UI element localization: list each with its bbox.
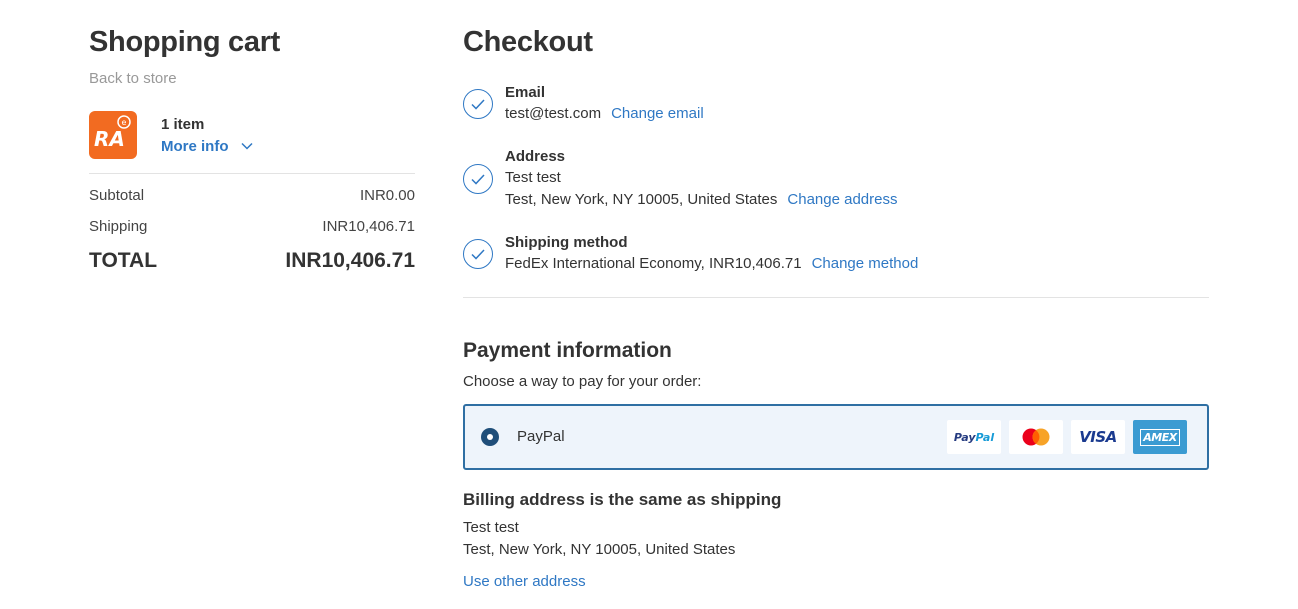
payment-subtitle: Choose a way to pay for your order: [463, 373, 702, 390]
use-other-address-link[interactable]: Use other address [463, 573, 586, 590]
check-icon [463, 239, 493, 269]
mastercard-logo-icon [1009, 420, 1063, 454]
store-logo-icon: e RA [89, 111, 137, 159]
total-value: INR10,406.71 [285, 249, 415, 272]
paypal-logo-icon: PayPal [947, 420, 1001, 454]
back-to-store-link[interactable]: Back to store [89, 70, 415, 87]
shipping-method-step: Shipping method FedEx International Econ… [463, 233, 918, 275]
paypal-option-label: PayPal [517, 428, 565, 445]
email-step: Email test@test.com Change email [463, 83, 704, 125]
shipping-method-label: Shipping method [505, 234, 628, 251]
chevron-down-icon [240, 142, 253, 150]
subtotal-row: Subtotal INR0.00 [89, 187, 415, 204]
change-address-link[interactable]: Change address [787, 191, 897, 208]
subtotal-value: INR0.00 [359, 187, 415, 204]
shipping-row: Shipping INR10,406.71 [89, 218, 415, 235]
more-info-label: More info [161, 137, 229, 155]
billing-title: Billing address is the same as shipping [463, 490, 782, 509]
total-row: TOTAL INR10,406.71 [89, 249, 415, 273]
cart-title: Shopping cart [89, 26, 281, 58]
billing-name: Test test [463, 519, 519, 536]
shipping-value: INR10,406.71 [322, 218, 415, 235]
cart-divider [89, 173, 415, 174]
check-icon [463, 164, 493, 194]
billing-address-line: Test, New York, NY 10005, United States [463, 541, 736, 558]
svg-text:e: e [122, 118, 127, 127]
checkout-panel: Checkout Email test@test.com Change email… [463, 24, 1209, 590]
paypal-option[interactable]: PayPal PayPal VISA AMEX [463, 404, 1209, 470]
total-label: TOTAL [89, 249, 158, 272]
change-email-link[interactable]: Change email [611, 105, 704, 122]
address-step: Address Test test Test, New York, NY 100… [463, 147, 897, 211]
paypal-radio[interactable] [481, 428, 499, 446]
shopping-cart-panel: Shopping cart Back to store e RA 1 item … [89, 24, 415, 273]
shipping-label: Shipping [89, 218, 148, 235]
address-name: Test test [505, 169, 561, 186]
visa-logo-icon: VISA [1071, 420, 1125, 454]
amex-logo-icon: AMEX [1133, 420, 1187, 454]
change-method-link[interactable]: Change method [812, 255, 919, 272]
check-icon [463, 89, 493, 119]
paypal-logo-text-2: Pal [975, 430, 995, 444]
section-divider [463, 297, 1209, 298]
visa-logo-text: VISA [1079, 428, 1117, 446]
amex-logo-text: AMEX [1140, 428, 1180, 446]
cart-item: e RA 1 item More info [89, 111, 415, 159]
svg-text:RA: RA [94, 127, 125, 151]
more-info-toggle[interactable]: More info [161, 138, 253, 155]
address-label: Address [505, 148, 566, 165]
payment-title: Payment information [463, 339, 672, 362]
paypal-logo-text-1: Pay [953, 430, 976, 444]
email-value: test@test.com [505, 105, 602, 122]
address-line: Test, New York, NY 10005, United States [505, 191, 778, 208]
item-count: 1 item [161, 115, 205, 133]
subtotal-label: Subtotal [89, 187, 145, 204]
checkout-title: Checkout [463, 26, 593, 58]
card-logos: PayPal VISA AMEX [939, 420, 1187, 454]
email-label: Email [505, 84, 546, 101]
shipping-method-value: FedEx International Economy, INR10,406.7… [505, 255, 802, 272]
